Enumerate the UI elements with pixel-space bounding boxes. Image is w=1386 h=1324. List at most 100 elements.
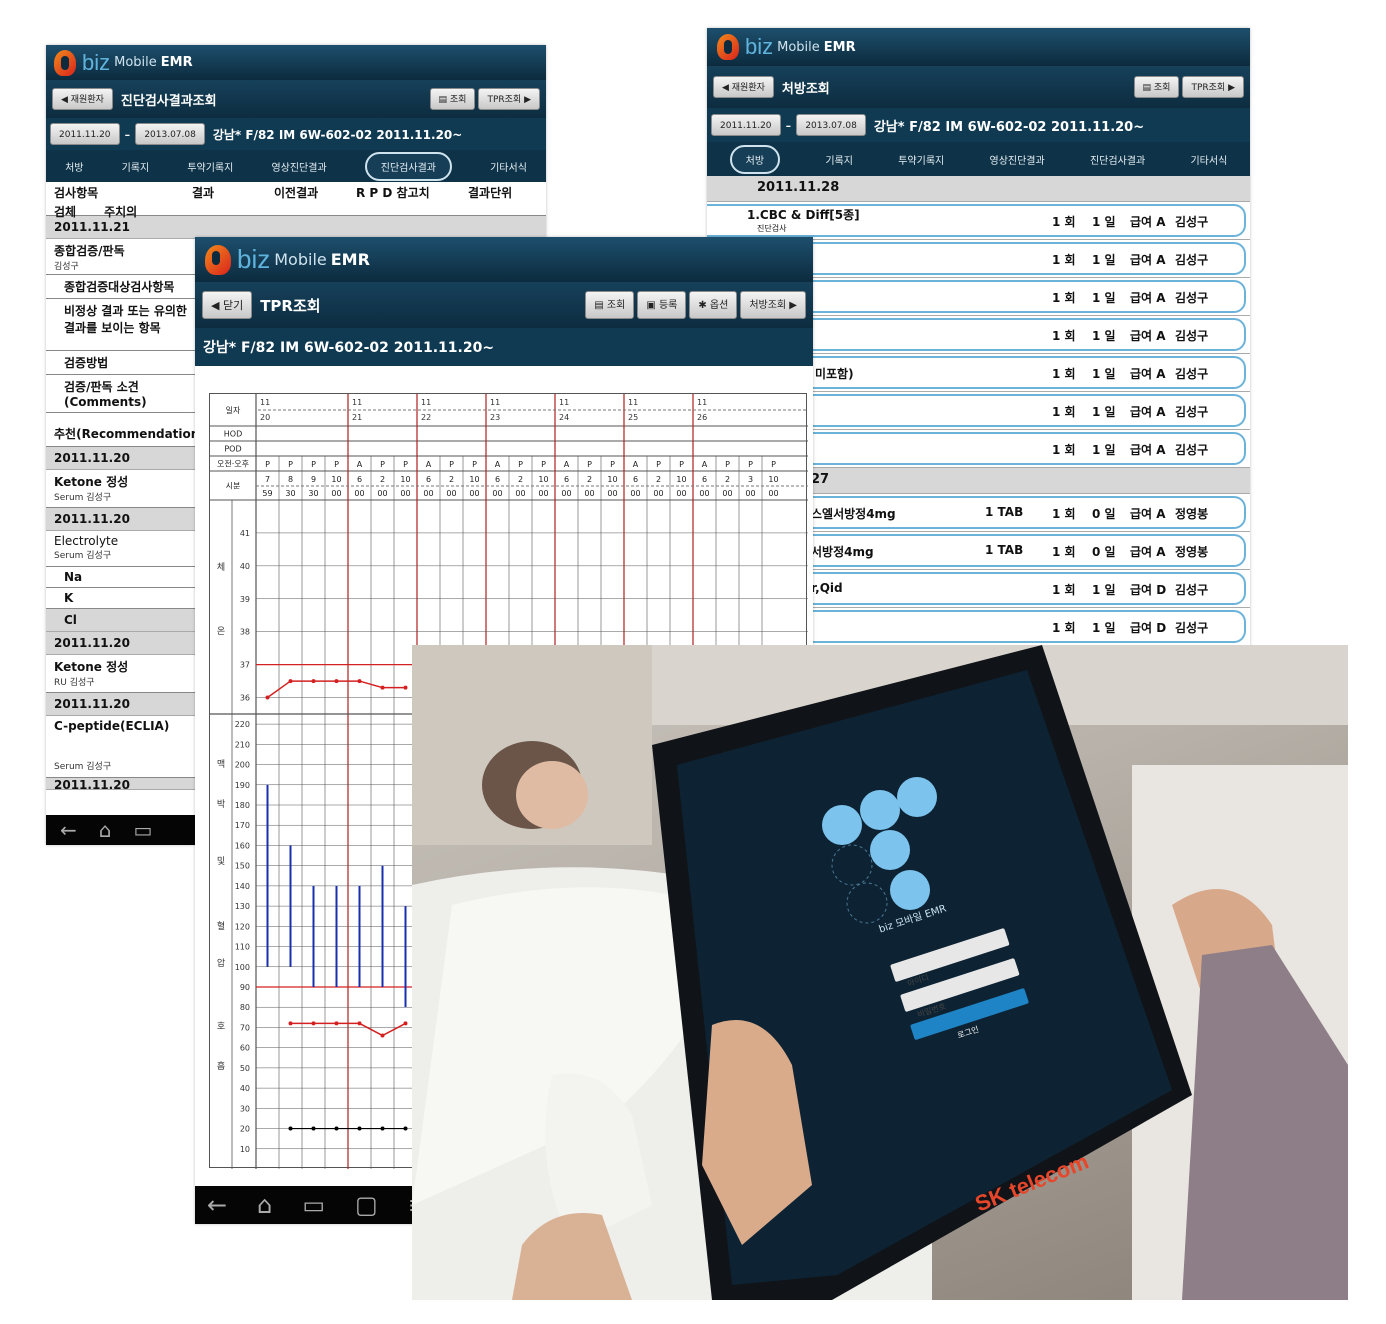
logo-emr: EMR [823,39,856,55]
rx-doctor: 김성구 [1175,215,1209,229]
col-item: 검사항목 [54,186,99,200]
pulse-point [334,1021,339,1026]
month-label: 11 [559,398,569,407]
bp-tick: 220 [235,720,250,729]
tab-records[interactable]: 기록지 [122,159,150,174]
query-button[interactable]: ▤ 조회 [585,291,635,319]
ampm-cell: A [702,460,708,469]
hour-cell: 6 [357,475,362,484]
minute-cell: 00 [676,489,686,498]
resp-point [357,1126,362,1131]
temp-tick: 39 [240,595,250,604]
ampm-cell: P [610,460,615,469]
bp-tick: 20 [240,1125,250,1134]
date-from-field[interactable]: 2011.11.20 [711,114,781,136]
tab-lab-results[interactable]: 진단검사결과 [1090,152,1145,167]
date-to-field[interactable]: 2013.07.08 [796,114,866,136]
pulse-point [380,1033,385,1038]
back-button[interactable]: ◀ 재원환자 [713,76,774,98]
tab-lab-results[interactable]: 진단검사결과 [364,151,452,181]
tab-medication[interactable]: 투약기록지 [187,159,233,174]
ampm-cell: P [656,460,661,469]
tab-other-forms[interactable]: 기타서식 [1190,152,1227,167]
minute-cell: 00 [768,489,778,498]
query-button[interactable]: ▤ 조회 [1133,76,1180,98]
home-nav-icon[interactable]: ⌂ [99,818,112,842]
option-button[interactable]: ✱ 옵션 [689,291,738,319]
tab-imaging[interactable]: 영상진단결과 [271,159,326,174]
star-icon: ✱ [698,300,710,311]
bp-tick: 90 [240,983,250,992]
temp-tick: 40 [240,562,250,571]
bp-tick: 140 [235,882,250,891]
tpr-button[interactable]: TPR조회 ▶ [478,88,540,110]
rx-query-button[interactable]: 처방조회 ▶ [740,291,806,319]
day-label: 22 [421,413,431,422]
bp-tick: 30 [240,1104,250,1113]
rx-doctor: 정영봉 [1175,545,1209,559]
rx-freq: 1 회 [1052,443,1076,457]
patient-info: 강남* F/82 IM 6W-602-02 2011.11.20~ [203,340,495,356]
tab-records[interactable]: 기록지 [825,152,853,167]
minute-cell: 00 [745,489,755,498]
pulse-point [403,1021,408,1026]
rx-days: 1 일 [1092,291,1116,305]
tab-imaging[interactable]: 영상진단결과 [990,152,1045,167]
tab-rx[interactable]: 처방 [65,159,83,174]
rx-freq: 1 회 [1052,405,1076,419]
recent-apps-icon[interactable]: ▭ [302,1191,325,1219]
ampm-cell: P [748,460,753,469]
home-nav-icon[interactable]: ⌂ [257,1191,272,1219]
tpr-button[interactable]: TPR조회 ▶ [1182,76,1244,98]
bp-tick: 190 [235,781,250,790]
list-item[interactable]: 비정상 결과 또는 유의한 결과를 보이는 항목 [46,299,206,351]
screenshot-icon[interactable]: ▢ [355,1191,378,1219]
rx-row[interactable]: 1.CBC & Diff[5종] 진단검사 1 회 1 일 급여 A 김성구 [707,202,1250,240]
temp-tick: 37 [240,661,250,670]
temp-point [380,685,385,690]
back-button[interactable]: ◀ 재원환자 [52,88,113,110]
rx-freq: 1 회 [1052,545,1076,559]
date-to-field[interactable]: 2013.07.08 [135,123,205,145]
col-specimen: 검체 [54,205,77,219]
back-nav-icon[interactable]: ← [207,1191,227,1219]
hour-cell: 2 [725,475,730,484]
minute-cell: 00 [446,489,456,498]
minute-cell: 00 [653,489,663,498]
hour-cell: 6 [702,475,707,484]
minute-cell: 00 [561,489,571,498]
rx-freq: 1 회 [1052,367,1076,381]
tab-rx[interactable]: 처방 [729,144,781,174]
logo-mobile: Mobile [274,250,327,269]
rx-days: 0 일 [1092,507,1116,521]
temp-point [403,685,408,690]
rx-days: 1 일 [1092,329,1116,343]
rx-name: 스엘서방정4mg [811,507,896,521]
ampm-cell: P [265,460,270,469]
pulse-point [357,1021,362,1026]
tab-other-forms[interactable]: 기타서식 [490,159,527,174]
bp-tick: 160 [235,841,250,850]
ampm-cell: A [426,460,432,469]
ampm-cell: P [449,460,454,469]
recent-apps-icon[interactable]: ▭ [133,818,152,842]
rx-doctor: 김성구 [1175,621,1209,635]
close-button[interactable]: ◀ 닫기 [202,291,253,319]
rx-days: 1 일 [1092,215,1116,229]
rx-category: 진단검사 [757,224,787,233]
tab-medication[interactable]: 투약기록지 [898,152,944,167]
back-nav-icon[interactable]: ← [60,818,77,842]
rx-days: 1 일 [1092,621,1116,635]
resp-point [403,1126,408,1131]
query-button[interactable]: ▤ 조회 [429,88,476,110]
rx-freq: 1 회 [1052,329,1076,343]
ampm-cell: P [380,460,385,469]
ampm-cell: P [334,460,339,469]
ampm-cell: A [495,460,501,469]
ampm-cell: P [518,460,523,469]
logo-emr: EMR [160,55,193,70]
date-from-field[interactable]: 2011.11.20 [50,123,120,145]
register-button[interactable]: ▣ 등록 [637,291,687,319]
minute-cell: 00 [469,489,479,498]
list-item[interactable]: 검증/판독 소견(Comments) [46,375,206,413]
